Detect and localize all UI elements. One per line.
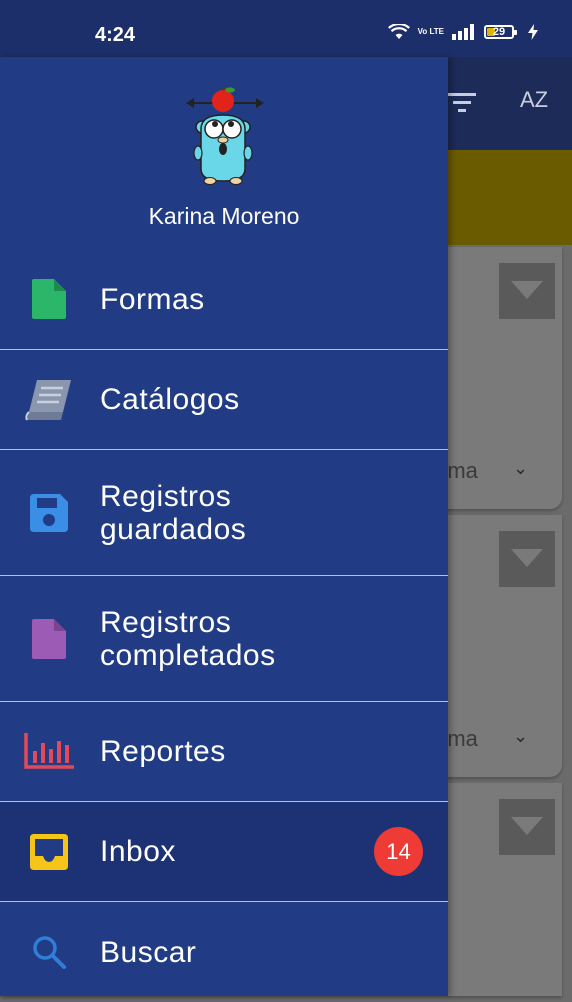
menu-item-formas[interactable]: Formas [0, 249, 448, 350]
menu-item-label: Catálogos [100, 383, 240, 416]
menu-item-inbox[interactable]: Inbox 14 [0, 802, 448, 902]
menu-item-registros-completados[interactable]: Registros completados [0, 576, 448, 702]
menu-item-label: Registros guardados [100, 479, 247, 546]
charging-icon [528, 24, 538, 40]
battery-level: 29 [492, 26, 506, 38]
signal-icon [452, 24, 474, 40]
sort-az-icon[interactable]: AZ [520, 87, 548, 113]
document-icon [24, 618, 74, 659]
navigation-drawer: Karina Moreno Formas Catálogos Registros… [0, 57, 448, 996]
inbox-icon [24, 833, 74, 870]
gopher-avatar-icon [186, 87, 264, 185]
status-time: 4:24 [95, 24, 136, 46]
menu-item-label: Formas [100, 282, 205, 316]
status-icons: Vo LTE 29 [387, 24, 538, 40]
filter-icon[interactable] [448, 91, 476, 113]
card-dropdown-button[interactable] [499, 263, 555, 319]
menu-item-reportes[interactable]: Reportes [0, 702, 448, 802]
drawer-header: Karina Moreno [0, 57, 448, 249]
card-dropdown-button[interactable] [499, 531, 555, 587]
inbox-count-badge: 14 [374, 827, 423, 876]
status-bar: 4:24 Vo LTE 29 [0, 0, 572, 57]
chevron-down-icon[interactable]: ⌄ [513, 726, 528, 747]
drawer-menu: Formas Catálogos Registros guardados Reg… [0, 249, 448, 1002]
menu-item-catalogos[interactable]: Catálogos [0, 350, 448, 450]
menu-item-label: Registros completados [100, 605, 276, 672]
user-name: Karina Moreno [148, 203, 300, 229]
bar-chart-icon [24, 732, 74, 771]
save-icon [24, 493, 74, 532]
menu-item-label: Reportes [100, 735, 226, 768]
book-icon [24, 378, 74, 422]
chevron-down-icon[interactable]: ⌄ [513, 458, 528, 479]
menu-item-registros-guardados[interactable]: Registros guardados [0, 450, 448, 576]
volte-icon: Vo LTE [417, 27, 444, 36]
document-icon [24, 279, 74, 319]
card-dropdown-button[interactable] [499, 799, 555, 855]
battery-icon: 29 [484, 25, 517, 39]
menu-item-label: Inbox [100, 835, 176, 868]
menu-item-label: Buscar [100, 935, 197, 969]
wifi-icon [387, 24, 410, 39]
search-icon [24, 934, 74, 970]
menu-item-buscar[interactable]: Buscar [0, 902, 448, 1002]
